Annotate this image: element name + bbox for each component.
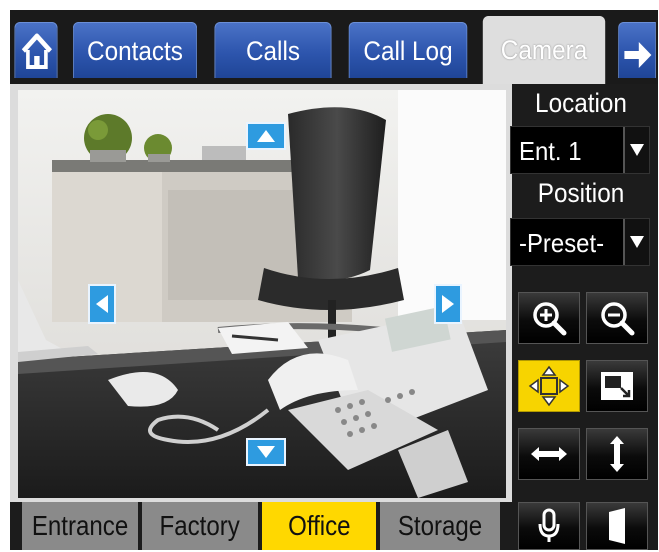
tab-calls-label: Calls xyxy=(245,36,300,66)
tab-camera[interactable]: Camera xyxy=(482,16,606,84)
location-tab-storage-label: Storage xyxy=(397,510,483,541)
location-tab-factory-label: Factory xyxy=(159,510,241,541)
zoom-in-icon xyxy=(533,302,567,336)
tab-calls[interactable]: Calls xyxy=(214,22,332,78)
triangle-up-icon xyxy=(257,130,275,142)
tab-bar: Contacts Calls Call Log Camera xyxy=(10,10,658,84)
vertical-arrows-icon xyxy=(610,436,624,472)
position-value: -Preset- xyxy=(519,228,605,258)
pan-tilt-button[interactable] xyxy=(518,360,580,412)
triangle-down-icon xyxy=(257,446,275,458)
horizontal-arrows-icon xyxy=(531,447,567,461)
next-tab-button[interactable] xyxy=(618,22,656,78)
zoom-out-icon xyxy=(601,302,635,336)
window-resize-icon xyxy=(601,372,633,400)
position-dropdown[interactable]: -Preset- xyxy=(510,218,650,266)
location-tab-office-label: Office xyxy=(287,510,351,541)
pan-right-button[interactable] xyxy=(434,284,462,324)
tab-call-log-label: Call Log xyxy=(363,36,453,66)
location-value: Ent. 1 xyxy=(519,136,582,166)
location-dropdown[interactable]: Ent. 1 xyxy=(510,126,650,174)
home-tab[interactable] xyxy=(14,22,58,78)
camera-panel: Contacts Calls Call Log Camera Location … xyxy=(10,10,658,550)
door-icon xyxy=(609,508,625,544)
door-button[interactable] xyxy=(586,502,648,550)
location-tab-entrance-label: Entrance xyxy=(31,510,129,541)
tab-camera-label: Camera xyxy=(500,35,588,65)
tab-call-log[interactable]: Call Log xyxy=(348,22,468,78)
chevron-down-icon xyxy=(623,219,649,265)
location-tab-storage[interactable]: Storage xyxy=(380,502,500,550)
horizontal-move-button[interactable] xyxy=(518,428,580,480)
triangle-left-icon xyxy=(96,295,108,313)
tilt-up-button[interactable] xyxy=(246,122,286,150)
location-tab-factory[interactable]: Factory xyxy=(142,502,260,550)
pan-left-button[interactable] xyxy=(88,284,116,324)
tab-contacts[interactable]: Contacts xyxy=(72,22,198,78)
triangle-right-icon xyxy=(442,295,454,313)
chevron-down-icon xyxy=(623,127,649,173)
arrow-right-icon xyxy=(624,42,652,68)
camera-feed[interactable] xyxy=(18,90,506,498)
location-label: Location xyxy=(535,88,627,118)
microphone-icon xyxy=(538,508,560,542)
fullscreen-button[interactable] xyxy=(586,360,648,412)
tilt-down-button[interactable] xyxy=(246,438,286,466)
zoom-out-button[interactable] xyxy=(586,292,648,344)
tab-contacts-label: Contacts xyxy=(87,36,183,66)
vertical-move-button[interactable] xyxy=(586,428,648,480)
camera-frame xyxy=(10,84,512,502)
location-tab-office[interactable]: Office xyxy=(262,502,378,550)
home-icon xyxy=(21,33,52,69)
position-label: Position xyxy=(537,178,625,208)
microphone-button[interactable] xyxy=(518,502,580,550)
location-tab-entrance[interactable]: Entrance xyxy=(22,502,140,550)
move-arrows-icon xyxy=(528,365,570,407)
zoom-in-button[interactable] xyxy=(518,292,580,344)
